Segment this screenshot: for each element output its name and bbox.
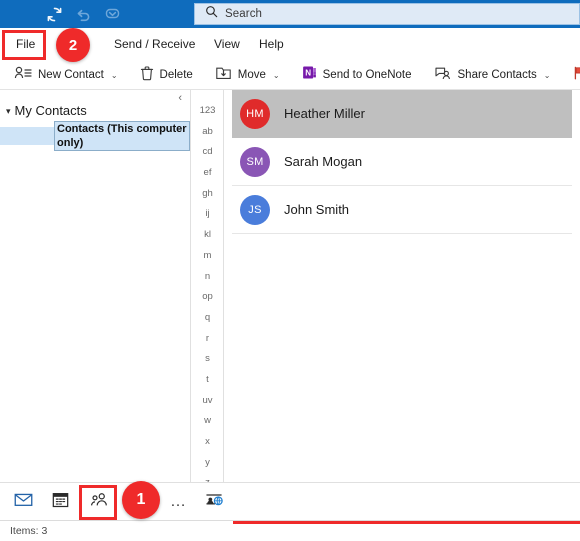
more-nav-button[interactable]: … [160, 485, 198, 519]
svg-text:N: N [305, 69, 311, 78]
alpha-index-ef[interactable]: ef [192, 168, 223, 178]
contact-row[interactable]: JS John Smith [232, 186, 572, 234]
send-to-onenote-button[interactable]: N Send to OneNote [296, 62, 418, 88]
quick-access-toolbar [0, 6, 121, 23]
people-nav-button[interactable] [80, 485, 118, 519]
my-contacts-group[interactable]: ▾ My Contacts [6, 103, 87, 118]
chevron-down-icon[interactable]: ⌄ [544, 72, 551, 80]
trash-icon [140, 65, 154, 86]
avatar: SM [240, 146, 270, 177]
status-bar: Items: 3 [0, 520, 580, 541]
contact-row[interactable]: HM Heather Miller [232, 90, 572, 138]
move-label: Move [237, 69, 266, 81]
alpha-index-ij[interactable]: ij [192, 209, 223, 219]
contact-name: Heather Miller [284, 106, 365, 121]
mail-nav-button[interactable] [4, 485, 42, 519]
flag-icon [572, 65, 580, 86]
alpha-index-gh[interactable]: gh [192, 189, 223, 199]
new-contact-icon [14, 65, 32, 86]
alpha-index-t[interactable]: t [192, 375, 223, 385]
search-placeholder: Search [225, 8, 263, 20]
chevron-down-icon[interactable]: ⌄ [111, 72, 118, 80]
annotation-badge-2: 2 [56, 28, 90, 62]
alpha-index-op[interactable]: op [192, 292, 223, 302]
contact-row[interactable]: SM Sarah Mogan [232, 138, 572, 186]
alpha-index-x[interactable]: x [192, 437, 223, 447]
status-accent-bar [233, 521, 580, 524]
contact-name: John Smith [284, 202, 350, 217]
calendar-nav-button[interactable] [41, 485, 79, 519]
alpha-index-cd[interactable]: cd [192, 147, 223, 157]
reading-pane-icon [205, 491, 224, 513]
contact-list: HM Heather Miller SM Sarah Mogan JS John Smit… [224, 90, 580, 482]
refresh-icon[interactable] [46, 6, 63, 23]
alpha-index-r[interactable]: r [192, 334, 223, 344]
outlook-contacts-window: Search File Send / Receive View Help New… [0, 0, 580, 541]
file-tab[interactable]: File [12, 28, 39, 60]
onenote-icon: N [302, 65, 317, 85]
move-folder-icon [215, 65, 232, 86]
mail-icon [14, 492, 33, 512]
customize-quick-access-icon[interactable] [104, 6, 121, 23]
alpha-index-s[interactable]: s [192, 354, 223, 364]
alpha-index-n[interactable]: n [192, 271, 223, 282]
alpha-index-m[interactable]: m [192, 251, 223, 261]
alphabet-index[interactable]: 123abcdefghijklmnopqrstuvwxyz [192, 90, 224, 487]
folder-item-contacts[interactable]: Contacts (This computer only) [0, 121, 190, 151]
flag-button[interactable]: ⌄ [566, 62, 580, 88]
contact-name: Sarah Mogan [284, 154, 363, 169]
view-tab[interactable]: View [210, 28, 244, 60]
share-contacts-label: Share Contacts [457, 69, 537, 81]
folder-item-label: Contacts (This computer only) [54, 121, 190, 151]
alpha-index-123[interactable]: 123 [192, 106, 223, 116]
share-contacts-button[interactable]: Share Contacts ⌄ [428, 62, 557, 88]
chevron-left-icon[interactable]: ‹ [178, 93, 182, 104]
send-receive-tab[interactable]: Send / Receive [110, 28, 199, 60]
alpha-index-y[interactable]: y [192, 458, 223, 468]
alpha-index-ab[interactable]: ab [192, 127, 223, 137]
avatar: HM [240, 98, 270, 129]
help-tab[interactable]: Help [255, 28, 288, 60]
my-contacts-label: My Contacts [14, 103, 87, 118]
item-count-label: Items: 3 [10, 525, 48, 537]
undo-icon[interactable] [75, 6, 92, 23]
send-to-onenote-label: Send to OneNote [322, 69, 412, 81]
alpha-index-uv[interactable]: uv [192, 396, 223, 406]
new-contact-label: New Contact [38, 69, 104, 81]
reading-pane-button[interactable] [195, 485, 233, 519]
alpha-index-w[interactable]: w [192, 416, 223, 426]
people-icon [90, 492, 109, 512]
ellipsis-icon: … [170, 493, 188, 510]
calendar-icon [52, 491, 69, 513]
chevron-down-icon[interactable]: ▾ [6, 107, 11, 116]
ribbon-toolbar: New Contact ⌄ Delete Move ⌄ N Send to On… [0, 60, 580, 90]
alpha-index-q[interactable]: q [192, 313, 223, 323]
search-icon [205, 5, 218, 23]
alpha-index-kl[interactable]: kl [192, 230, 223, 240]
share-contacts-icon [434, 65, 452, 86]
new-contact-button[interactable]: New Contact ⌄ [8, 62, 124, 88]
bottom-navigation-bar: … [0, 482, 580, 520]
folder-pane: ‹ ▾ My Contacts Contacts (This computer … [0, 90, 191, 482]
avatar: JS [240, 194, 270, 225]
delete-button[interactable]: Delete [134, 62, 199, 88]
chevron-down-icon[interactable]: ⌄ [273, 72, 280, 80]
delete-label: Delete [159, 69, 193, 81]
annotation-badge-1: 1 [122, 481, 160, 519]
move-button[interactable]: Move ⌄ [209, 62, 286, 88]
title-bar: Search [0, 0, 580, 28]
search-input[interactable]: Search [194, 3, 580, 25]
